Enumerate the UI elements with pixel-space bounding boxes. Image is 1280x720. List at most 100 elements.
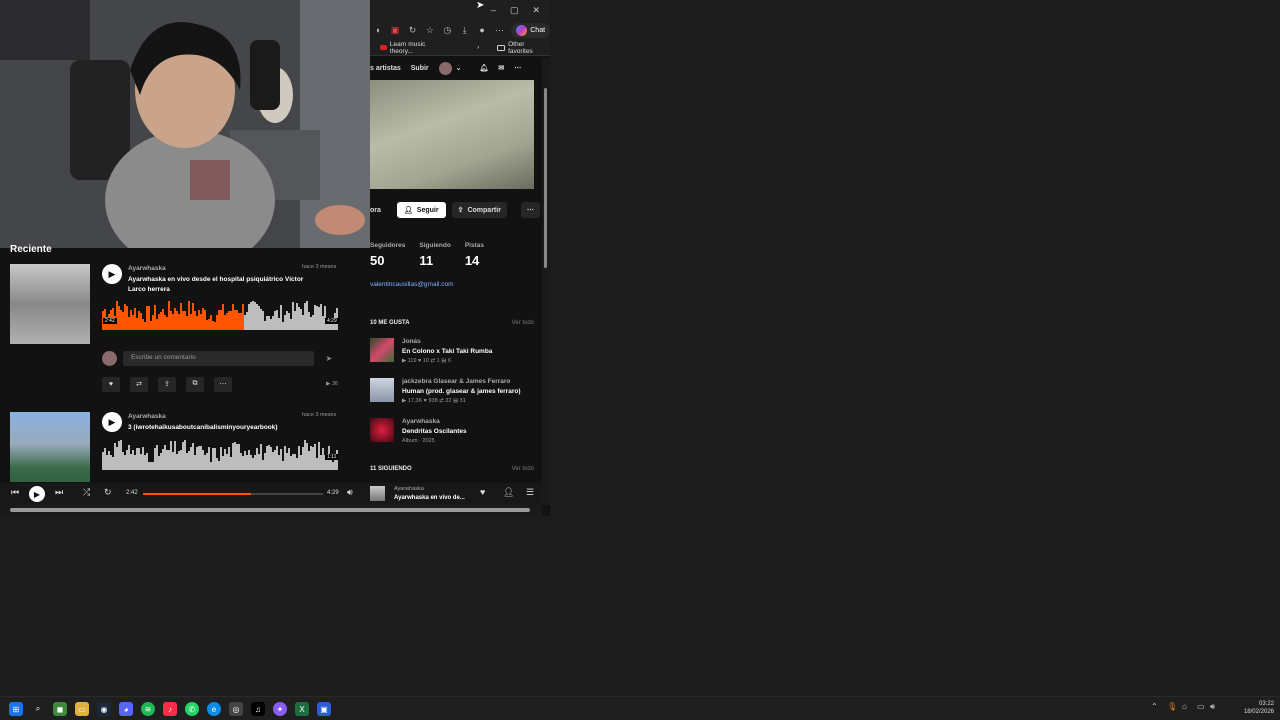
comment-input[interactable]: Escribe un comentario (123, 350, 314, 366)
player-cover[interactable] (370, 486, 385, 501)
chevron-down-icon[interactable]: ⌄ (456, 64, 462, 72)
start-icon[interactable]: ⊞ (9, 702, 23, 716)
excel-icon[interactable]: X (295, 702, 309, 716)
profile-email[interactable]: valentincausillas@gmail.com (370, 281, 454, 288)
steam-icon[interactable]: ◉ (97, 702, 111, 716)
search-icon[interactable]: ⌕ (31, 702, 45, 716)
shuffle-icon[interactable]: ⤮ (83, 487, 90, 498)
chevron-right-icon[interactable]: › (477, 44, 479, 51)
copy-link-button[interactable]: ⧉ (186, 376, 204, 392)
network-icon[interactable]: ⌂ (1182, 702, 1187, 711)
left-cut-label[interactable]: ora (370, 207, 381, 214)
likes-see-all[interactable]: Ver todo (512, 320, 534, 326)
following-see-all[interactable]: Ver todo (512, 466, 534, 472)
refresh-icon[interactable]: ↻ (407, 24, 418, 37)
share-button[interactable]: ⇪ (158, 376, 176, 392)
maximize-button[interactable]: ▢ (510, 5, 519, 16)
nav-artists[interactable]: s artistas (370, 65, 401, 72)
progress-fill (143, 493, 251, 495)
scrollbar-thumb[interactable] (10, 508, 530, 512)
follow-user-icon[interactable]: 👤︎ (503, 487, 514, 498)
tiktok-icon[interactable]: ♫ (251, 702, 265, 716)
download-icon[interactable]: ⤓ (459, 24, 470, 37)
mouse-cursor-icon: ➤ (476, 0, 485, 11)
play-button[interactable]: ▶ (102, 264, 122, 284)
waveform[interactable] (102, 440, 338, 470)
list-item[interactable]: Ayarwhaska Dendritas Oscilantes Álbum · 20… (370, 418, 540, 458)
track-artist[interactable]: Ayarwhaska (128, 413, 166, 420)
avatar (102, 350, 117, 366)
send-icon[interactable]: ➤ (320, 354, 338, 363)
volume-icon[interactable]: 🔊︎ (1210, 702, 1215, 712)
stat-followers[interactable]: Seguidores 50 (370, 242, 405, 268)
app-icon[interactable]: ◎ (229, 702, 243, 716)
scrollbar-thumb[interactable] (544, 88, 547, 268)
close-button[interactable]: ✕ (532, 5, 540, 16)
track-artist[interactable]: Ayarwhaska (128, 265, 166, 272)
repost-button[interactable]: ⇄ (130, 376, 148, 392)
app-icon[interactable]: ✦ (273, 702, 287, 716)
list-item[interactable]: Jonás En Colono x Taki Taki Rumba ▶ 119 ♥ … (370, 338, 540, 378)
track-title[interactable]: 3 (iwrotehaikusaboutcanibalisminyouryear… (128, 423, 308, 433)
minimize-button[interactable]: – (491, 5, 496, 15)
waveform[interactable] (102, 300, 338, 330)
app-icon[interactable]: ◼ (53, 702, 67, 716)
user-avatar[interactable] (438, 61, 452, 75)
list-item[interactable]: jackzebra Glasear & James Ferraro Human (… (370, 378, 540, 418)
follow-button[interactable]: 👤︎ Seguir (396, 202, 446, 218)
queue-icon[interactable]: ☰ (526, 487, 534, 498)
track-cover[interactable] (10, 264, 90, 344)
whatsapp-icon[interactable]: ✆ (185, 702, 199, 716)
player-bar: ⏮ ▶ ⏭ ⤮ ↻ 2:42 4:29 🔊︎ Ayarwhaska Ayarwh… (0, 483, 542, 505)
mail-icon[interactable]: ✉ (498, 64, 504, 72)
mic-icon[interactable]: 🎙︎ (1167, 702, 1177, 711)
waveform-current-time: 2:42 (103, 318, 117, 324)
read-aloud-icon[interactable]: ◖ (372, 24, 383, 37)
play-button[interactable]: ▶ (29, 486, 45, 502)
heart-icon[interactable]: ♥ (480, 487, 485, 497)
previous-icon[interactable]: ⏮ (11, 487, 19, 498)
stat-following[interactable]: Siguiendo 11 (419, 242, 450, 268)
tray-chevron-icon[interactable]: ⌃ (1151, 702, 1158, 711)
display-icon[interactable]: ▭ (1197, 702, 1205, 711)
edge-icon[interactable]: e (207, 702, 221, 716)
favorites-icon[interactable]: ☆ (424, 24, 435, 37)
player-title[interactable]: Ayarwhaska en vivo de... (394, 495, 465, 501)
other-favorites[interactable]: Other favorites (497, 41, 550, 55)
music-icon[interactable]: ♪ (163, 702, 177, 716)
more-icon[interactable]: ⋯ (514, 64, 521, 72)
clock[interactable]: 03:22 18/02/2026 (1244, 701, 1274, 717)
app-icon[interactable]: ▣ (317, 702, 331, 716)
bell-icon[interactable]: 🔔︎ (480, 64, 489, 72)
track-item: ▶ Ayarwhaska 3 (iwrotehaikusaboutcanibal… (10, 412, 340, 482)
track-title[interactable]: Ayarwhaska en vivo desde el hospital psi… (128, 275, 308, 295)
share-button[interactable]: ⇪ Compartir (451, 202, 507, 218)
more-button[interactable]: ⋯ (520, 202, 540, 218)
spotify-icon[interactable]: ≋ (141, 702, 155, 716)
file-explorer-icon[interactable]: ▭ (75, 702, 89, 716)
like-button[interactable]: ♥ (102, 376, 120, 392)
extension-icon[interactable]: ▣ (389, 24, 400, 37)
discord-icon[interactable]: ◕ (119, 702, 133, 716)
vertical-scrollbar[interactable] (542, 58, 550, 505)
play-button[interactable]: ▶ (102, 412, 122, 432)
next-icon[interactable]: ⏭ (55, 487, 63, 498)
more-icon[interactable]: ⋯ (494, 24, 505, 37)
like-cover (370, 378, 394, 402)
stat-tracks[interactable]: Pistas 14 (465, 242, 484, 268)
copilot-chat-button[interactable]: Chat (511, 22, 550, 38)
player-artist[interactable]: Ayarwhaska (394, 486, 424, 492)
favorite-item[interactable]: Learn music theory... (380, 41, 449, 55)
repeat-icon[interactable]: ↻ (104, 487, 112, 498)
upload-link[interactable]: Subir (411, 65, 429, 72)
profile-icon[interactable]: ● (476, 24, 487, 37)
add-user-icon: 👤︎ (403, 207, 413, 214)
volume-icon[interactable]: 🔊︎ (347, 487, 353, 498)
favorites-bar: Learn music theory... › Other favorites (370, 40, 550, 56)
more-button[interactable]: ⋯ (214, 376, 232, 392)
horizontal-scrollbar[interactable] (0, 505, 542, 516)
track-actions: ♥ ⇄ ⇪ ⧉ ⋯ ▶ 36 (102, 376, 338, 392)
progress-bar[interactable] (143, 493, 323, 495)
history-icon[interactable]: ◷ (442, 24, 453, 37)
track-cover[interactable] (10, 412, 90, 482)
